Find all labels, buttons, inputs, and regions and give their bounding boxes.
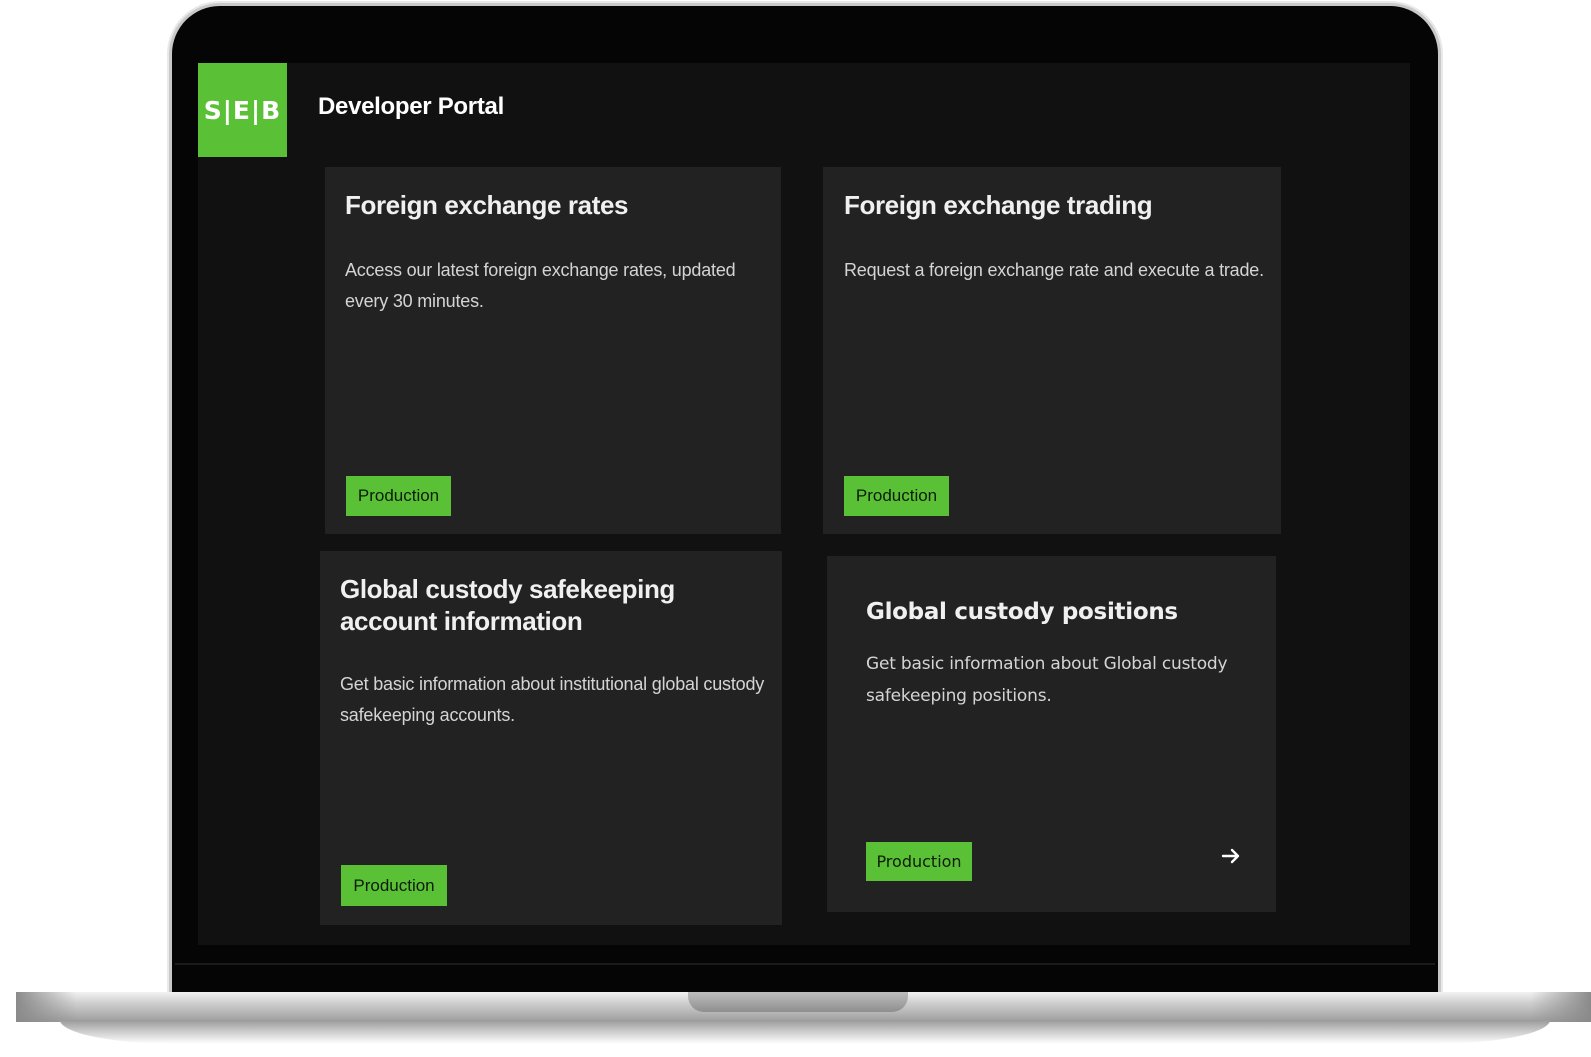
status-badge: Production [844, 476, 949, 516]
card-title: Global custody positions [866, 599, 1178, 625]
laptop-mockup: S|E|B Developer Portal Foreign exchange … [0, 0, 1591, 1057]
api-card-custody-accounts[interactable]: Global custody safekeeping account infor… [320, 551, 782, 925]
laptop-notch [688, 992, 908, 1012]
card-description: Get basic information about Global custo… [866, 654, 1228, 706]
laptop-base-lip [60, 1020, 1550, 1044]
card-title: Global custody safekeeping account infor… [340, 574, 675, 636]
status-badge: Production [346, 476, 451, 516]
card-description: Access our latest foreign exchange rates… [345, 260, 736, 311]
base-shade-right [1531, 992, 1591, 1022]
seb-logo[interactable]: S|E|B [198, 63, 287, 157]
api-card-fx-rates[interactable]: Foreign exchange rates Access our latest… [325, 167, 781, 534]
card-description: Get basic information about institutiona… [340, 674, 765, 725]
card-title: Foreign exchange rates [345, 190, 629, 220]
status-badge: Production [341, 865, 447, 906]
status-badge: Production [866, 842, 972, 881]
screen: S|E|B Developer Portal Foreign exchange … [198, 63, 1410, 945]
card-description: Request a foreign exchange rate and exec… [844, 260, 1264, 280]
portal-title[interactable]: Developer Portal [318, 93, 504, 121]
logo-text: S|E|B [203, 95, 282, 125]
arrow-right-icon[interactable] [1220, 845, 1242, 867]
card-title: Foreign exchange trading [844, 190, 1153, 220]
base-shade-left [16, 992, 76, 1022]
lid-divider [175, 963, 1435, 965]
api-card-custody-positions[interactable]: Global custody positions Get basic infor… [827, 556, 1276, 912]
api-card-fx-trading[interactable]: Foreign exchange trading Request a forei… [823, 167, 1281, 534]
